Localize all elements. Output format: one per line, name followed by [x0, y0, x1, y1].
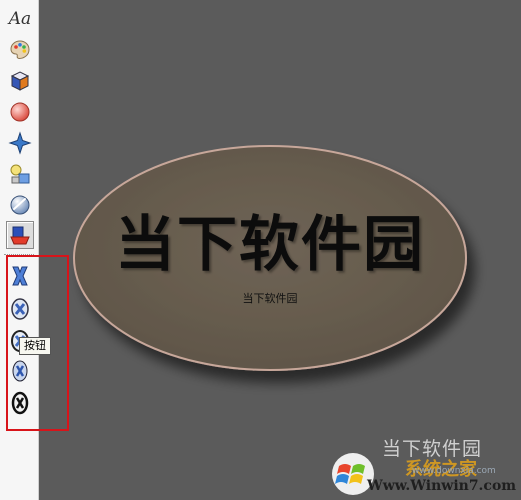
- oval-title: 当下软件园: [115, 210, 425, 280]
- oval-subtitle: 当下软件园: [242, 292, 298, 305]
- watermark-url: Www.Winwin7.com: [367, 478, 517, 494]
- watermark-domain: www.downxia.com: [412, 466, 496, 476]
